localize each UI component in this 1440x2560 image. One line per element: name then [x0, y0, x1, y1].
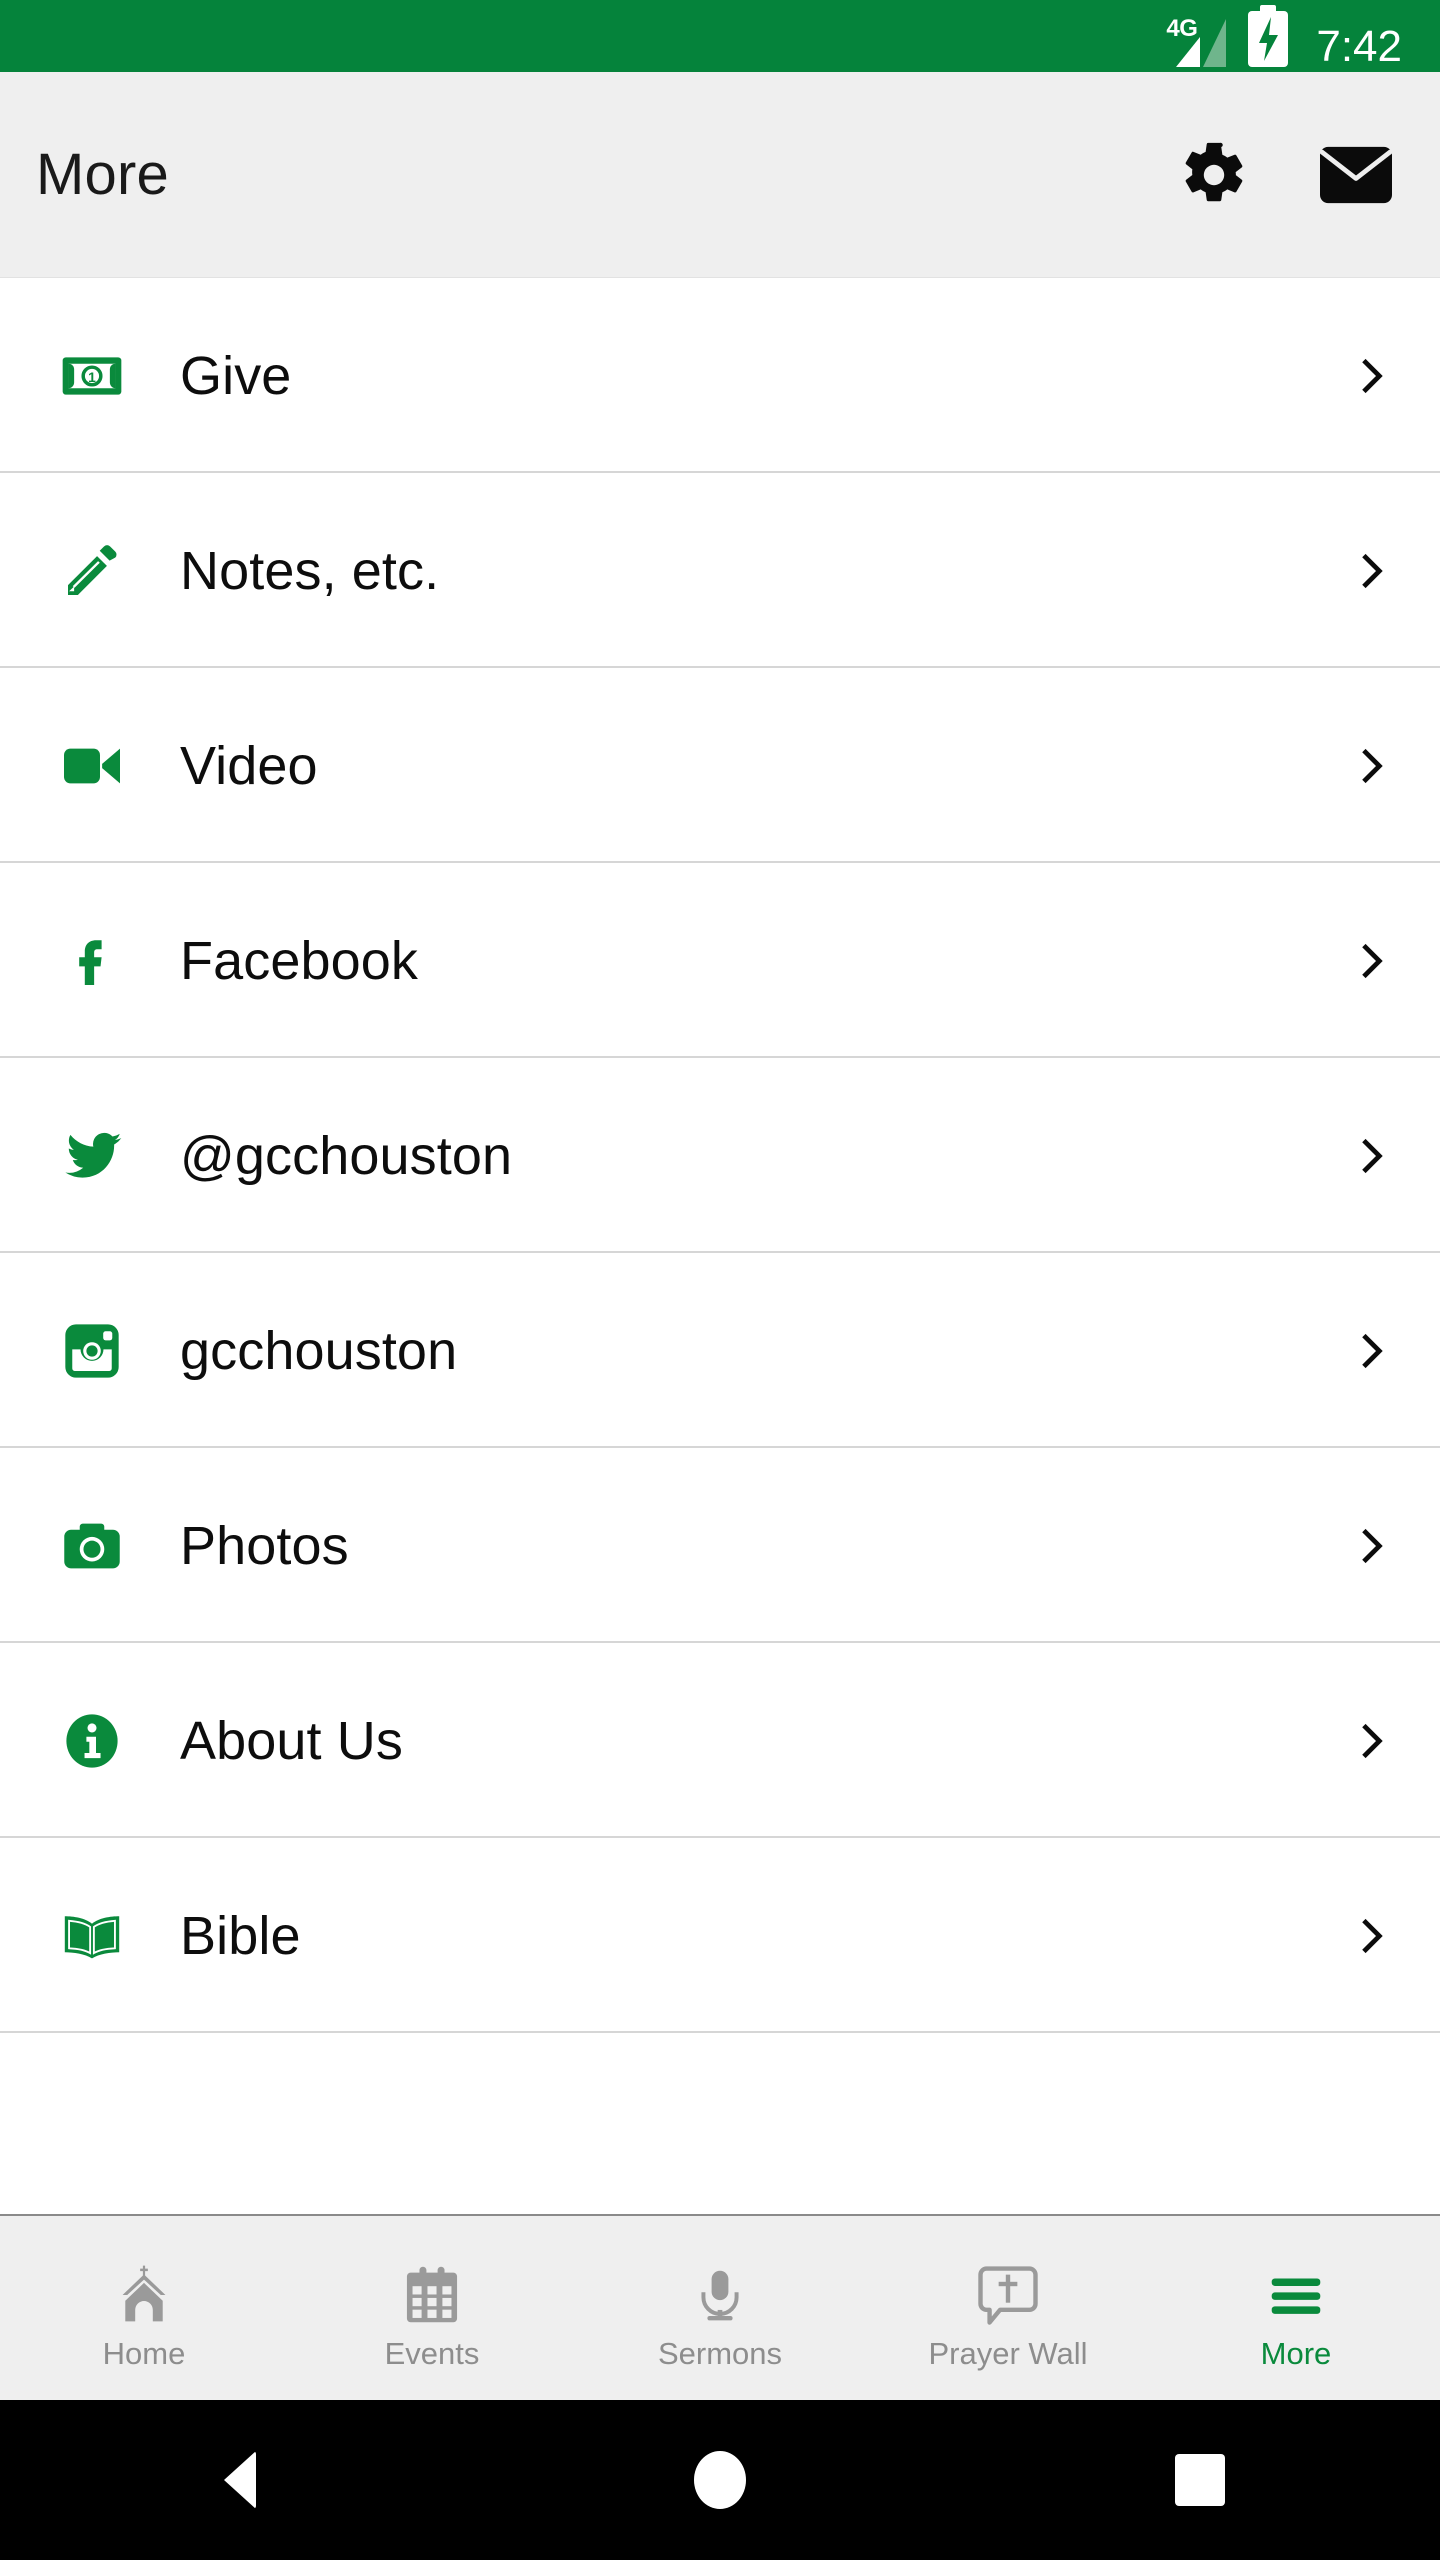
list-item-label: Bible	[180, 1905, 301, 1966]
tab-label: Sermons	[657, 2335, 783, 2371]
bottom-tab-bar: Home Events Sermons Prayer Wall More	[0, 2214, 1440, 2400]
status-bar: 4G 7:42	[0, 0, 1440, 72]
video-camera-icon	[60, 734, 124, 798]
tab-label: Prayer Wall	[928, 2335, 1088, 2371]
tab-sermons[interactable]: Sermons	[576, 2216, 864, 2400]
chevron-right-icon	[1362, 1918, 1383, 1953]
open-book-icon	[60, 1904, 124, 1968]
list-item-label: Notes, etc.	[180, 540, 440, 601]
calendar-icon	[400, 2256, 464, 2328]
tab-more[interactable]: More	[1152, 2216, 1440, 2400]
chevron-right-icon	[1362, 943, 1383, 978]
list-item-label: About Us	[180, 1710, 403, 1771]
church-icon	[110, 2256, 178, 2328]
tab-label: Home	[102, 2335, 186, 2371]
home-button[interactable]	[480, 2451, 960, 2509]
chevron-right-icon	[1362, 358, 1383, 393]
list-item-bible[interactable]: Bible	[0, 1838, 1440, 2033]
app-bar: More	[0, 72, 1440, 278]
triangle-back-icon	[224, 2451, 256, 2509]
chevron-right-icon	[1362, 1723, 1383, 1758]
camera-icon	[60, 1514, 124, 1578]
chevron-right-icon	[1362, 553, 1383, 588]
chevron-right-icon	[1362, 1528, 1383, 1563]
tab-label: Events	[384, 2335, 480, 2371]
mail-button[interactable]	[1318, 137, 1394, 213]
svg-text:1: 1	[88, 369, 96, 385]
tab-prayer-wall[interactable]: Prayer Wall	[864, 2216, 1152, 2400]
signal-triangle-icon	[1176, 19, 1227, 67]
more-menu-list: 1 Give Notes, etc. Video Facebook @gccho…	[0, 278, 1440, 2213]
pencil-icon	[60, 539, 124, 603]
circle-home-icon	[694, 2451, 746, 2509]
android-navigation-bar	[0, 2400, 1440, 2560]
money-bill-icon: 1	[60, 344, 124, 408]
status-bar-clock: 7:42	[1316, 22, 1402, 71]
list-empty-space	[0, 2033, 1440, 2213]
twitter-icon	[60, 1124, 124, 1188]
tab-home[interactable]: Home	[0, 2216, 288, 2400]
battery-charging-icon	[1248, 5, 1289, 67]
facebook-icon	[60, 929, 124, 993]
app-bar-actions	[1176, 137, 1394, 213]
list-item-label: Give	[180, 345, 292, 406]
signal-bars-icon: 4G	[1164, 17, 1227, 67]
recents-button[interactable]	[960, 2454, 1440, 2506]
list-item-give[interactable]: 1 Give	[0, 278, 1440, 473]
back-button[interactable]	[0, 2451, 480, 2509]
list-item-video[interactable]: Video	[0, 668, 1440, 863]
list-item-label: Facebook	[180, 930, 418, 991]
chevron-right-icon	[1362, 748, 1383, 783]
page-title: More	[36, 142, 169, 207]
tab-label: More	[1260, 2335, 1332, 2371]
list-item-label: Photos	[180, 1515, 349, 1576]
instagram-icon	[60, 1319, 124, 1383]
speech-bubble-cross-icon	[975, 2256, 1041, 2328]
square-recents-icon	[1175, 2454, 1225, 2506]
list-item-about-us[interactable]: About Us	[0, 1643, 1440, 1838]
list-item-notes[interactable]: Notes, etc.	[0, 473, 1440, 668]
list-item-photos[interactable]: Photos	[0, 1448, 1440, 1643]
list-item-label: gcchouston	[180, 1320, 458, 1381]
list-item-label: Video	[180, 735, 318, 796]
gear-icon	[1185, 142, 1243, 201]
list-item-facebook[interactable]: Facebook	[0, 863, 1440, 1058]
list-item-instagram[interactable]: gcchouston	[0, 1253, 1440, 1448]
settings-button[interactable]	[1176, 137, 1252, 213]
chevron-right-icon	[1362, 1138, 1383, 1173]
microphone-icon	[692, 2256, 748, 2328]
info-circle-icon	[60, 1709, 124, 1773]
phone-screen: 4G 7:42 More 1 Give Notes, etc. Video Fa…	[0, 0, 1440, 2560]
hamburger-menu-icon	[1265, 2256, 1327, 2328]
envelope-icon	[1319, 146, 1393, 203]
chevron-right-icon	[1362, 1333, 1383, 1368]
list-item-twitter[interactable]: @gcchouston	[0, 1058, 1440, 1253]
list-item-label: @gcchouston	[180, 1125, 513, 1186]
tab-events[interactable]: Events	[288, 2216, 576, 2400]
